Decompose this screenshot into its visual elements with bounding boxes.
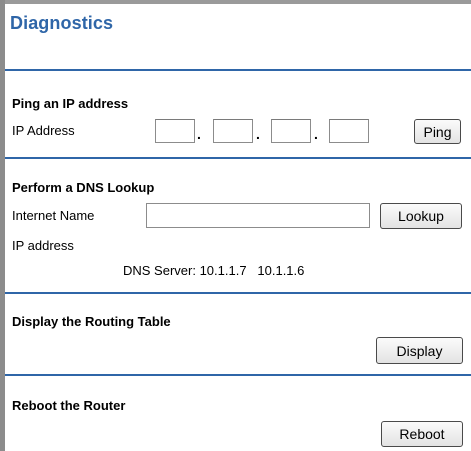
display-routing-button[interactable]: Display [376, 337, 463, 364]
routing-section-heading: Display the Routing Table [12, 314, 171, 329]
page-title: Diagnostics [10, 13, 114, 33]
dns-server-text: DNS Server: 10.1.1.7 10.1.1.6 [123, 263, 305, 278]
reboot-button[interactable]: Reboot [381, 421, 463, 447]
dns-ip-address-label: IP address [12, 238, 74, 253]
internet-name-label: Internet Name [12, 208, 95, 223]
ping-button[interactable]: Ping [414, 119, 461, 144]
ip-octet-4-input[interactable] [329, 119, 369, 143]
ip-octet-1-input[interactable] [155, 119, 195, 143]
ping-ip-address-label: IP Address [12, 123, 75, 138]
section-divider [5, 374, 471, 376]
section-divider [5, 292, 471, 294]
ip-octet-2-input[interactable] [213, 119, 253, 143]
internet-name-input[interactable] [146, 203, 370, 228]
ping-section-heading: Ping an IP address [12, 96, 129, 111]
window-top-border [0, 0, 471, 4]
section-divider [5, 157, 471, 159]
section-divider [5, 69, 471, 71]
reboot-section-heading: Reboot the Router [12, 398, 126, 413]
window-left-border [0, 0, 5, 451]
dns-section-heading: Perform a DNS Lookup [12, 180, 155, 195]
ip-octet-3-input[interactable] [271, 119, 311, 143]
lookup-button[interactable]: Lookup [380, 203, 462, 229]
ip-separator: . [197, 126, 201, 142]
ip-separator: . [256, 126, 260, 142]
ip-separator: . [314, 126, 318, 142]
